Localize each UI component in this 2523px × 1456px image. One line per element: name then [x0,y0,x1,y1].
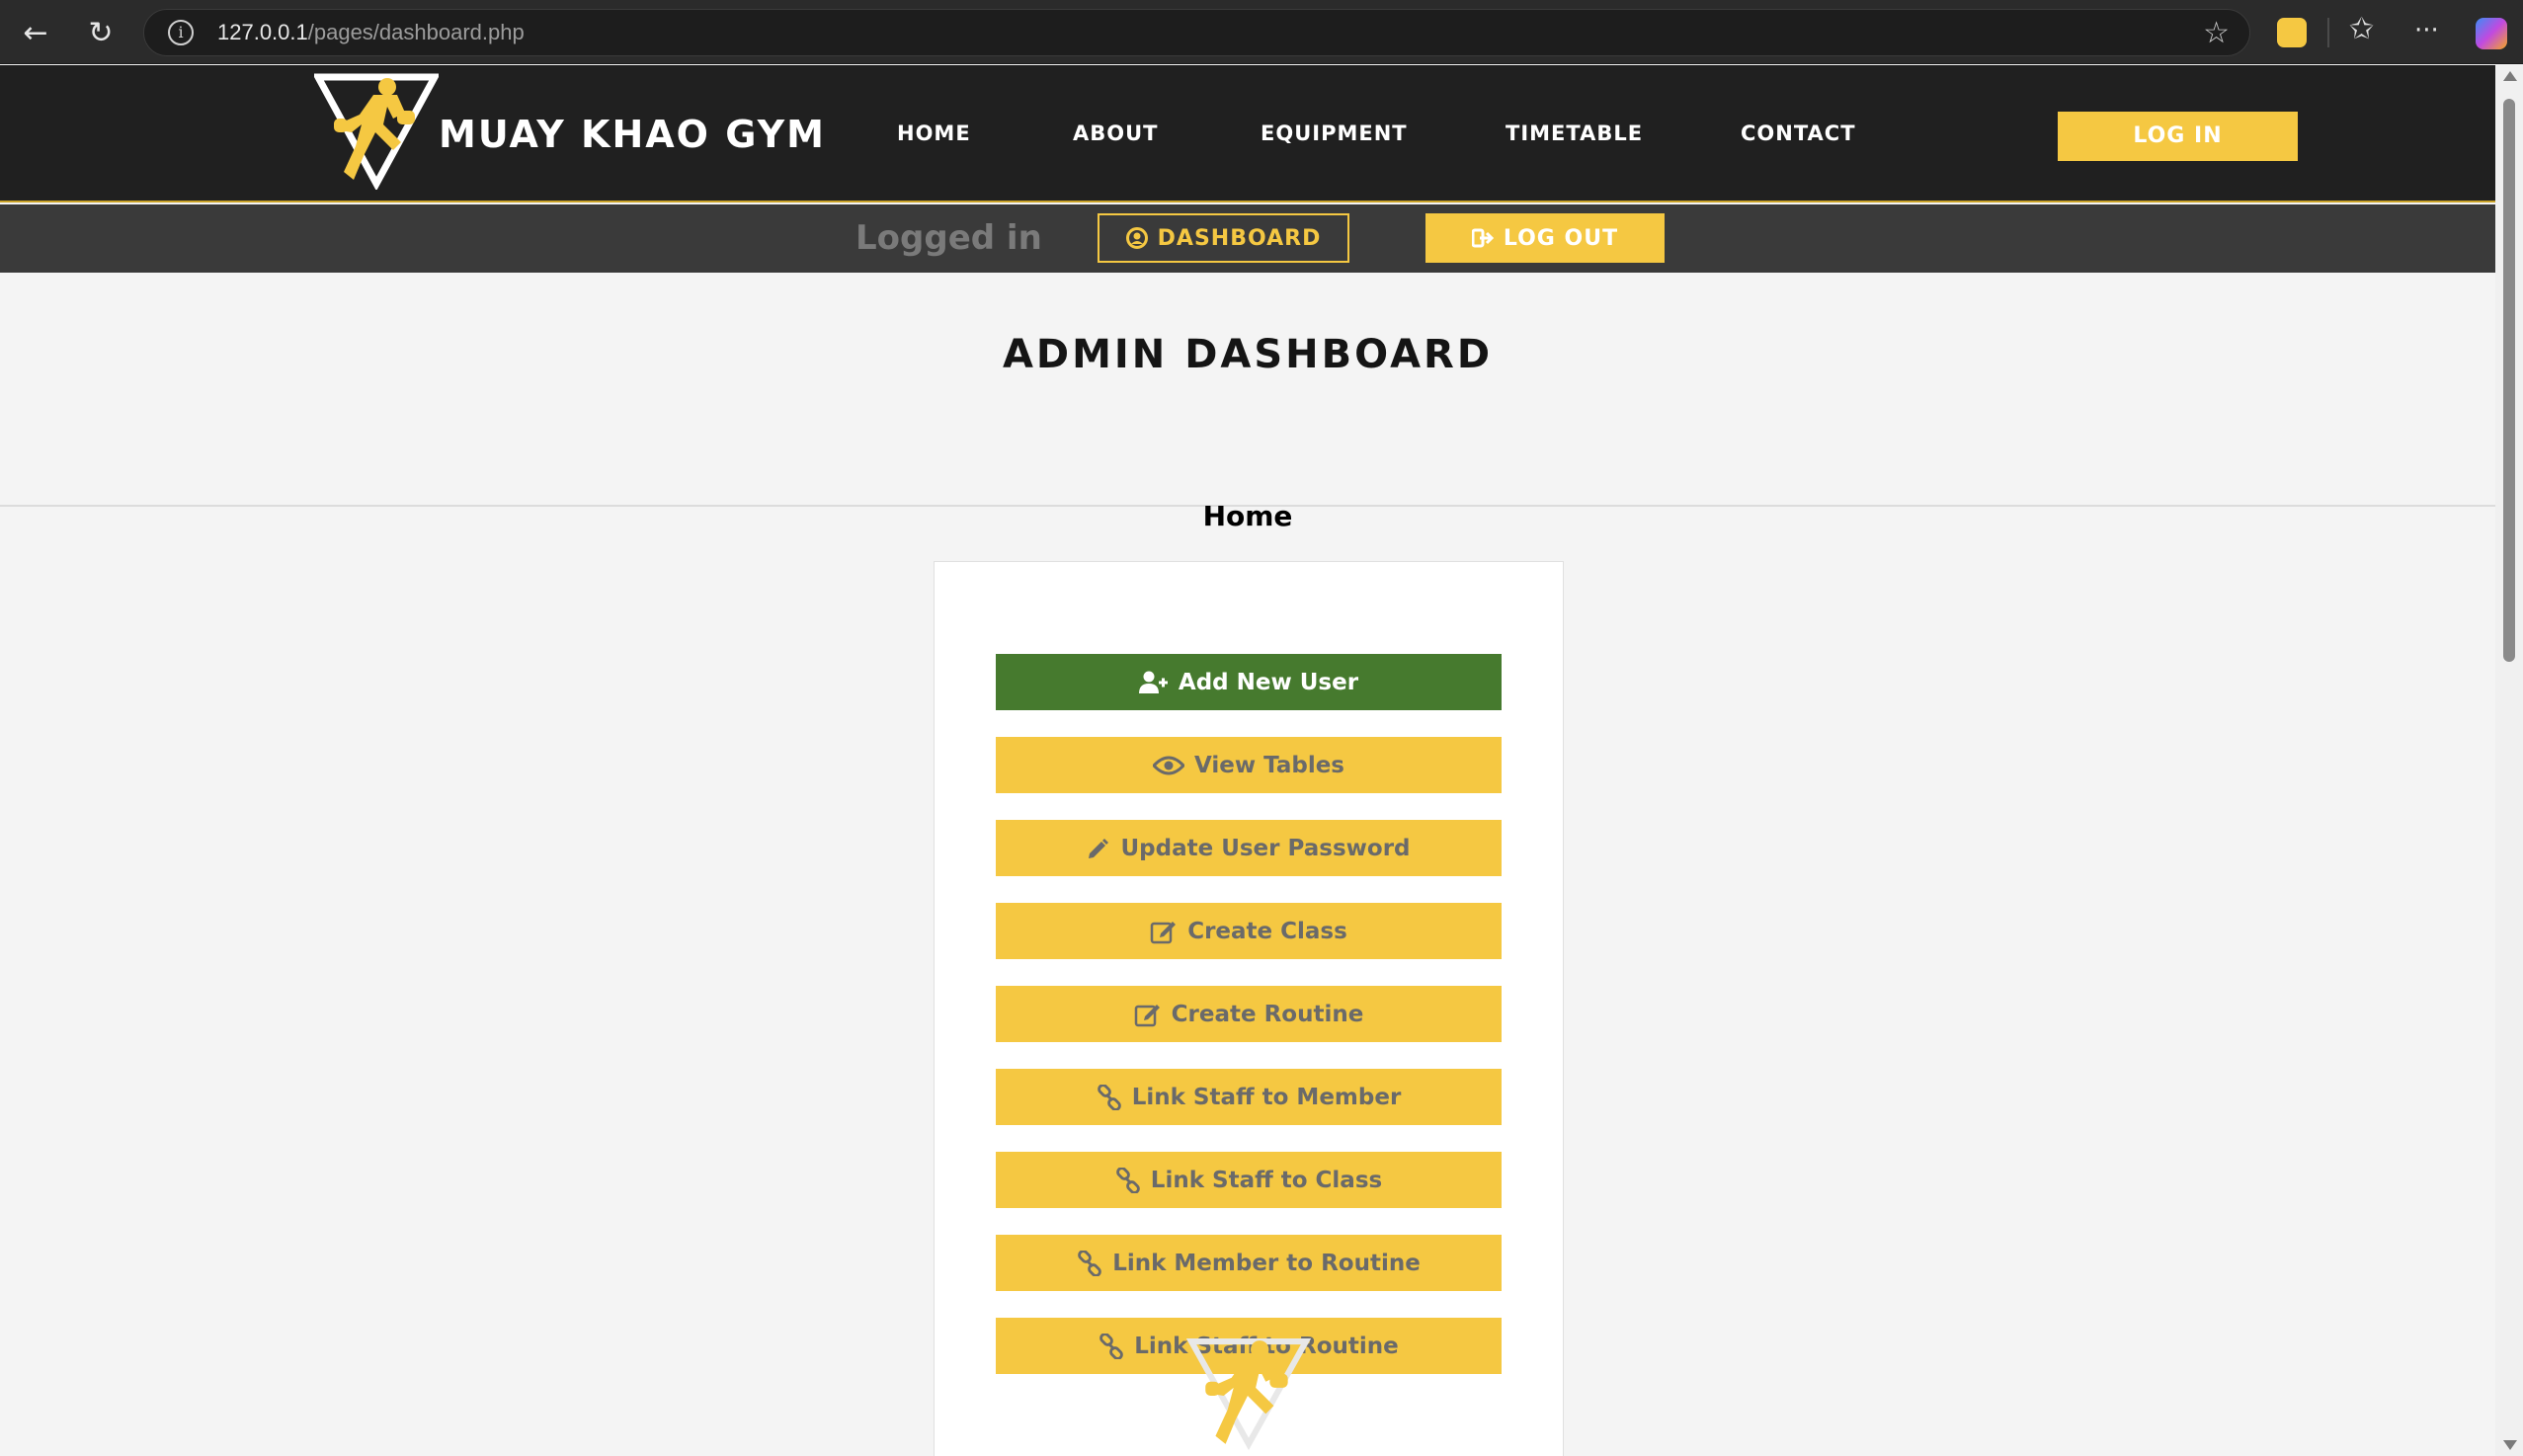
add-new-user-button[interactable]: Add New User [996,654,1502,710]
sign-out-icon [1471,228,1494,248]
pencil-icon [1089,838,1109,858]
link-staff-to-member-button[interactable]: Link Staff to Member [996,1069,1502,1125]
link-member-to-routine-button[interactable]: Link Member to Routine [996,1235,1502,1291]
site-info-icon[interactable]: i [168,20,194,45]
create-class-label: Create Class [1187,918,1347,944]
extension-icon[interactable] [2277,18,2307,47]
create-class-button[interactable]: Create Class [996,903,1502,959]
login-button[interactable]: Log in [2058,112,2298,161]
logout-button[interactable]: Log out [1425,213,1665,263]
link-staff-to-class-button[interactable]: Link Staff to Class [996,1152,1502,1208]
url-host: 127.0.0.1 [217,20,308,44]
nav-timetable[interactable]: Timetable [1506,121,1643,145]
user-circle-icon [1125,227,1148,249]
gym-logo-icon[interactable] [314,73,439,190]
toolbar-divider [2327,18,2329,47]
logged-in-status: Logged in [855,218,1042,258]
reload-icon[interactable]: ↻ [81,14,121,53]
add-user-icon [1138,671,1168,693]
create-routine-button[interactable]: Create Routine [996,986,1502,1042]
scroll-down-icon[interactable] [2503,1440,2517,1450]
create-routine-label: Create Routine [1171,1001,1364,1027]
nav-about[interactable]: About [1073,121,1159,145]
browser-toolbar: ← ↻ i 127.0.0.1/pages/dashboard.php ☆ ✩ … [0,0,2523,64]
eye-icon [1152,756,1184,774]
page-title: ADMIN DASHBOARD [1002,332,1494,377]
copilot-icon[interactable] [2476,18,2507,49]
favorites-icon[interactable]: ✩ [2349,12,2374,46]
bookmark-star-icon[interactable]: ☆ [2203,16,2230,50]
update-user-password-button[interactable]: Update User Password [996,820,1502,876]
link-icon [1115,1167,1140,1193]
page-viewport: MUAY KHAO GYM Home About Equipment Timet… [0,65,2495,1456]
scrollbar-thumb[interactable] [2503,99,2515,662]
view-tables-button[interactable]: View Tables [996,737,1502,793]
edit-icon [1150,921,1177,943]
link-icon [1099,1333,1124,1359]
edit-icon [1134,1004,1160,1026]
gym-logo-footer-icon [1185,1338,1312,1451]
nav-equipment[interactable]: Equipment [1261,121,1408,145]
link-member-to-routine-label: Link Member to Routine [1112,1250,1421,1276]
link-icon [1078,1250,1102,1276]
logout-label: Log out [1503,225,1619,251]
nav-home[interactable]: Home [897,121,971,145]
dashboard-button[interactable]: Dashboard [1098,213,1349,263]
dashboard-label: Dashboard [1157,225,1322,251]
update-user-password-label: Update User Password [1120,835,1411,861]
more-menu-icon[interactable]: ··· [2414,16,2439,45]
site-header: MUAY KHAO GYM Home About Equipment Timet… [0,65,2495,202]
vertical-scrollbar[interactable] [2495,65,2523,1456]
login-status-bar: Logged in Dashboard Log out [0,204,2495,273]
link-staff-to-member-label: Link Staff to Member [1131,1084,1402,1110]
back-icon[interactable]: ← [16,14,55,53]
url-path: /pages/dashboard.php [307,20,525,44]
link-icon [1097,1084,1121,1110]
action-panel: Add New User View Tables Update User Pas… [934,561,1564,1456]
link-staff-to-class-label: Link Staff to Class [1150,1167,1383,1193]
address-url[interactable]: 127.0.0.1/pages/dashboard.php [217,20,525,45]
add-new-user-label: Add New User [1178,669,1359,695]
address-bar[interactable]: i 127.0.0.1/pages/dashboard.php ☆ [143,9,2250,56]
section-heading: Home [1202,500,1293,532]
brand-name[interactable]: MUAY KHAO GYM [439,113,826,156]
view-tables-label: View Tables [1193,752,1344,778]
scroll-up-icon[interactable] [2503,71,2517,81]
nav-contact[interactable]: Contact [1741,121,1856,145]
title-section: ADMIN DASHBOARD [0,273,2495,507]
